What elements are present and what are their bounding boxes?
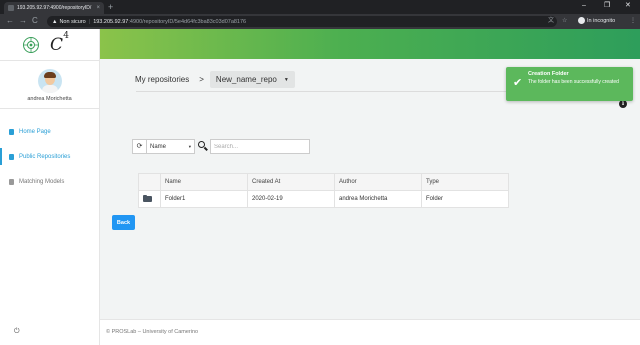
browser-toolbar: ← → C ▲ Non sicuro | 193.205.92.97 :4900… <box>0 14 640 29</box>
browser-tab[interactable]: 193.205.92.97:4900/repositoryID/ × <box>4 2 104 14</box>
sidebar: C4 andrea Morichetta Home Page Public Re… <box>0 29 100 345</box>
footer: © PROSLab – University of Camerino <box>100 319 640 345</box>
url-host: 193.205.92.97 <box>93 18 129 25</box>
repository-table: Name Created At Author Type Folder1 2020… <box>138 173 509 208</box>
sidebar-nav: Home Page Public Repositories Matching M… <box>0 119 99 194</box>
breadcrumb: My repositories > New_name_repo ▼ <box>135 71 295 88</box>
table-cell-icon <box>138 190 161 208</box>
caret-down-icon: ▾ <box>188 143 191 149</box>
not-secure-icon: ▲ <box>52 18 58 25</box>
checkmark-icon: ✔ <box>513 77 523 89</box>
field-select[interactable]: Name ▾ <box>147 139 195 154</box>
repository-dropdown[interactable]: New_name_repo ▼ <box>209 71 295 88</box>
breadcrumb-separator: > <box>199 75 204 84</box>
search-group <box>198 139 310 154</box>
breadcrumb-my-repositories[interactable]: My repositories <box>135 75 189 84</box>
new-tab-button[interactable]: + <box>108 2 113 12</box>
field-select-value: Name <box>150 143 167 150</box>
table-cell-created-at: 2020-02-19 <box>247 190 335 208</box>
window-minimize-button[interactable]: – <box>582 1 586 11</box>
column-header-created-at[interactable]: Created At <box>247 173 335 191</box>
table-header-row: Name Created At Author Type <box>138 173 509 191</box>
sidebar-item-label: Public Repositories <box>19 153 71 160</box>
star-icon[interactable]: ☆ <box>562 17 567 25</box>
caret-down-icon: ▼ <box>283 76 289 83</box>
info-icon[interactable]: i <box>619 100 627 108</box>
brand-name: C4 <box>50 30 70 55</box>
reload-icon[interactable]: C <box>32 16 38 26</box>
refresh-button[interactable]: ⟳ <box>132 139 147 154</box>
column-header-type[interactable]: Type <box>421 173 509 191</box>
app-root: C4 andrea Morichetta Home Page Public Re… <box>0 29 640 345</box>
incognito-indicator[interactable]: In incognito <box>578 17 615 24</box>
address-bar[interactable]: ▲ Non sicuro | 193.205.92.97 :4900/repos… <box>47 16 557 27</box>
user-name: andrea Morichetta <box>27 96 72 102</box>
column-header-icon <box>138 173 161 191</box>
sidebar-item-label: Home Page <box>19 128 51 135</box>
tab-close-icon[interactable]: × <box>96 5 100 11</box>
document-icon <box>9 178 14 185</box>
toast-message: The folder has been successfully created <box>528 79 619 85</box>
menu-dots-icon[interactable]: ⋮ <box>630 17 636 25</box>
logo-mark-icon <box>23 36 39 53</box>
toast-title: Creation Folder <box>528 71 569 77</box>
table-cell-author: andrea Morichetta <box>334 190 422 208</box>
url-separator: | <box>88 18 91 25</box>
folder-icon <box>143 194 152 202</box>
header-band <box>100 29 640 59</box>
window-maximize-button[interactable]: ❐ <box>604 1 610 11</box>
back-arrow-icon[interactable]: ← <box>6 16 14 26</box>
sidebar-item-public-repositories[interactable]: Public Repositories <box>0 144 99 169</box>
document-icon <box>9 128 14 135</box>
browser-tabbar: 193.205.92.97:4900/repositoryID/ × + – ❐… <box>0 0 640 14</box>
search-input[interactable] <box>210 139 310 154</box>
translate-icon[interactable]: 文 <box>548 17 554 25</box>
column-header-author[interactable]: Author <box>334 173 422 191</box>
repository-name: New_name_repo <box>215 75 277 84</box>
search-icon[interactable] <box>198 141 209 152</box>
column-header-name[interactable]: Name <box>160 173 248 191</box>
avatar[interactable] <box>37 69 62 93</box>
window-close-button[interactable]: ✕ <box>625 1 631 11</box>
table-cell-type: Folder <box>421 190 509 208</box>
success-toast[interactable]: ✔ Creation Folder The folder has been su… <box>506 67 633 101</box>
user-profile: andrea Morichetta <box>0 61 99 109</box>
url-path: :4900/repositoryID/5e4d64fc3ba83c03d07a8… <box>128 18 247 25</box>
sidebar-item-matching-models[interactable]: Matching Models <box>0 169 99 194</box>
document-icon <box>9 153 14 160</box>
back-button[interactable]: Back <box>112 215 135 230</box>
security-label: Non sicuro <box>59 18 86 25</box>
sidebar-item-label: Matching Models <box>19 178 65 185</box>
incognito-label: In incognito <box>587 17 616 24</box>
tab-title: 193.205.92.97:4900/repositoryID/ <box>17 5 92 11</box>
incognito-icon <box>578 17 585 24</box>
logout-power-icon[interactable]: ⏻ <box>14 328 20 336</box>
table-cell-name[interactable]: Folder1 <box>160 190 248 208</box>
sidebar-item-home-page[interactable]: Home Page <box>0 119 99 144</box>
app-logo[interactable]: C4 <box>0 29 99 61</box>
forward-arrow-icon[interactable]: → <box>19 16 27 26</box>
page-favicon-icon <box>8 5 14 11</box>
filter-bar: ⟳ Name ▾ <box>132 139 310 154</box>
table-row[interactable]: Folder1 2020-02-19 andrea Morichetta Fol… <box>138 190 509 208</box>
